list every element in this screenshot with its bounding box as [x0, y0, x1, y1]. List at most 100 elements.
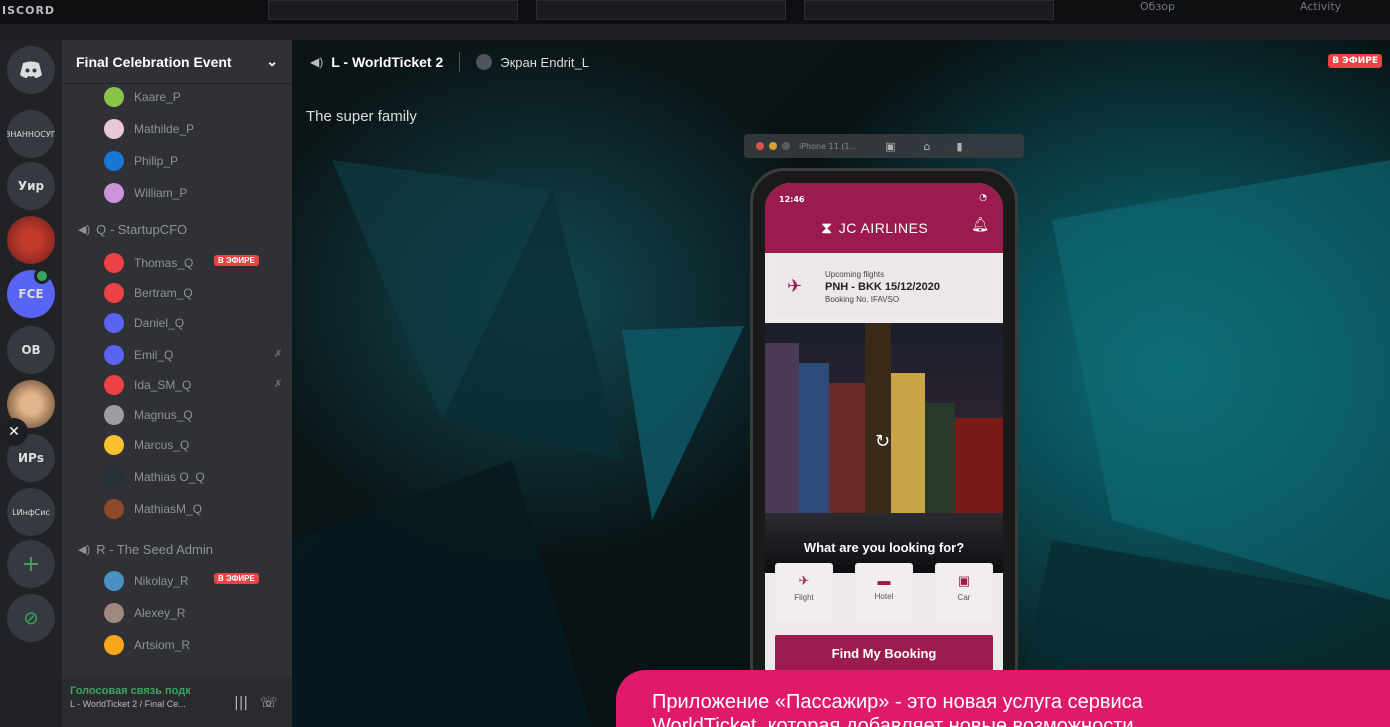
ghost-thumbnail: [804, 0, 1054, 20]
simulator-title: iPhone 11 (1...: [799, 141, 858, 151]
server-list: ЗНАННОСУП Уир FCE OB ИРs ✕ LИнфСис + ⊘: [0, 40, 62, 727]
voice-connection-panel: Голосовая связь подк L - WorldTicket 2 /…: [62, 677, 292, 727]
airplane-icon: ✈: [798, 573, 810, 588]
search-prompt: What are you looking for?: [803, 540, 965, 555]
avatar: [104, 119, 124, 139]
speaker-icon: ◀): [310, 55, 324, 69]
member-item[interactable]: Kaare_P: [104, 84, 181, 110]
app-header: 12:46 ◔ ⧗ JC AIRLINES 🔔︎: [765, 183, 1003, 253]
notification-bell-icon[interactable]: 🔔︎: [971, 217, 989, 233]
noise-suppression-icon[interactable]: |||: [234, 695, 248, 711]
voice-channel-path[interactable]: L - WorldTicket 2 / Final Ce...: [70, 699, 284, 709]
mic-muted-icon: ✗: [274, 379, 283, 390]
member-item[interactable]: Thomas_Q В ЭФИРЕ: [104, 250, 292, 276]
avatar: [104, 87, 124, 107]
wifi-icon: ◔: [979, 193, 987, 203]
option-flight[interactable]: ✈ Flight: [775, 563, 833, 621]
top-strip: ISCORD Обзор Activity: [0, 0, 1390, 24]
stream-header: ◀) L - WorldTicket 2 Экран Endrit_L: [292, 40, 1390, 84]
live-badge: В ЭФИРЕ: [214, 573, 259, 584]
booking-number: Booking No. IFAVSO: [825, 295, 900, 304]
refresh-icon[interactable]: ↻: [875, 431, 890, 452]
ghost-thumbnail: [536, 0, 786, 20]
chevron-down-icon: ⌄: [266, 53, 278, 69]
channel-sidebar: Final Celebration Event ⌄ Kaare_P Mathil…: [62, 40, 292, 727]
server-icon[interactable]: OB: [7, 326, 55, 374]
server-header[interactable]: Final Celebration Event ⌄: [62, 40, 292, 84]
member-item[interactable]: Nikolay_R В ЭФИРЕ: [104, 568, 292, 594]
upcoming-label: Upcoming flights: [825, 270, 885, 279]
member-item[interactable]: Artsiom_R: [104, 632, 190, 658]
airplane-icon: ✈: [787, 276, 803, 297]
title-bar: [0, 24, 1390, 40]
voice-channel-title: L - WorldTicket 2: [331, 54, 444, 70]
app-brand: ISCORD: [2, 4, 56, 17]
discord-home-icon[interactable]: [7, 46, 55, 94]
promo-banner: Приложение «Пассажир» - это новая услуга…: [616, 670, 1390, 727]
avatar: [104, 253, 124, 273]
disconnect-icon[interactable]: ☏: [260, 695, 278, 711]
live-badge: В ЭФИРЕ: [214, 255, 259, 266]
airline-logo: ⧗ JC AIRLINES: [821, 220, 929, 237]
voice-channel-q[interactable]: ◀) Q - StartupCFO: [78, 216, 187, 242]
upcoming-flight-card[interactable]: ✈ Upcoming flights PNH - BKK 15/12/2020 …: [775, 262, 993, 316]
avatar: [104, 467, 124, 487]
divider: [459, 52, 461, 72]
avatar: [104, 603, 124, 623]
member-item[interactable]: Ida_SM_Q ✗: [104, 372, 292, 398]
speaker-icon: ◀): [78, 543, 91, 556]
phone-frame: 12:46 ◔ ⧗ JC AIRLINES 🔔︎ ✈ Upcoming fligh…: [750, 168, 1018, 727]
find-booking-button[interactable]: Find My Booking: [775, 635, 993, 671]
airline-emblem-icon: ⧗: [821, 220, 833, 237]
member-item[interactable]: Mathilde_P: [104, 116, 194, 142]
rotate-device-icon[interactable]: ▮: [957, 140, 963, 153]
ghost-label: Activity: [1300, 0, 1342, 13]
member-item[interactable]: William_P: [104, 180, 187, 206]
home-icon[interactable]: ⌂: [924, 140, 931, 153]
flight-route: PNH - BKK 15/12/2020: [825, 281, 940, 293]
server-icon[interactable]: Уир: [7, 162, 55, 210]
avatar: [104, 283, 124, 303]
ghost-thumbnail: [268, 0, 518, 20]
option-hotel[interactable]: ▬ Hotel: [855, 563, 913, 621]
phone-screen: 12:46 ◔ ⧗ JC AIRLINES 🔔︎ ✈ Upcoming fligh…: [765, 183, 1003, 723]
member-item[interactable]: Marcus_Q: [104, 432, 189, 458]
option-car[interactable]: ▣ Car: [935, 563, 993, 621]
screenshot-icon[interactable]: ▣: [885, 140, 895, 153]
avatar: [104, 405, 124, 425]
bed-icon: ▬: [877, 573, 891, 588]
close-icon[interactable]: ✕: [0, 418, 28, 446]
member-item[interactable]: Bertram_Q: [104, 280, 193, 306]
member-item[interactable]: MathiasM_Q: [104, 496, 202, 522]
window-close-icon[interactable]: [756, 142, 764, 150]
server-icon[interactable]: LИнфСис: [7, 488, 55, 536]
avatar: [104, 313, 124, 333]
screen-share-label: Экран Endrit_L: [500, 54, 589, 70]
add-server-icon[interactable]: +: [7, 540, 55, 588]
avatar: [104, 435, 124, 455]
city-photo: ↻: [765, 323, 1003, 573]
member-item[interactable]: Alexey_R: [104, 600, 185, 626]
member-item[interactable]: Daniel_Q: [104, 310, 184, 336]
car-icon: ▣: [957, 573, 971, 588]
voice-channel-r[interactable]: ◀) R - The Seed Admin: [78, 536, 213, 562]
member-item[interactable]: Mathias O_Q: [104, 464, 205, 490]
avatar: [104, 635, 124, 655]
avatar: [104, 375, 124, 395]
member-item[interactable]: Philip_P: [104, 148, 178, 174]
stream-area: ◀) L - WorldTicket 2 Экран Endrit_L В ЭФ…: [292, 40, 1390, 727]
avatar: [104, 499, 124, 519]
voice-status: Голосовая связь подк: [70, 685, 191, 697]
server-icon[interactable]: ЗНАННОСУП: [7, 110, 55, 158]
live-badge: В ЭФИРЕ: [1328, 54, 1382, 68]
avatar: [104, 151, 124, 171]
window-zoom-icon[interactable]: [782, 142, 790, 150]
window-minimize-icon[interactable]: [769, 142, 777, 150]
member-item[interactable]: Magnus_Q: [104, 402, 193, 428]
member-item[interactable]: Emil_Q ✗: [104, 342, 292, 368]
mic-muted-icon: ✗: [274, 349, 283, 360]
screen-share-icon: [476, 54, 493, 70]
server-avatar[interactable]: [7, 216, 55, 264]
explore-icon[interactable]: ⊘: [7, 594, 55, 642]
status-time: 12:46: [779, 195, 805, 204]
